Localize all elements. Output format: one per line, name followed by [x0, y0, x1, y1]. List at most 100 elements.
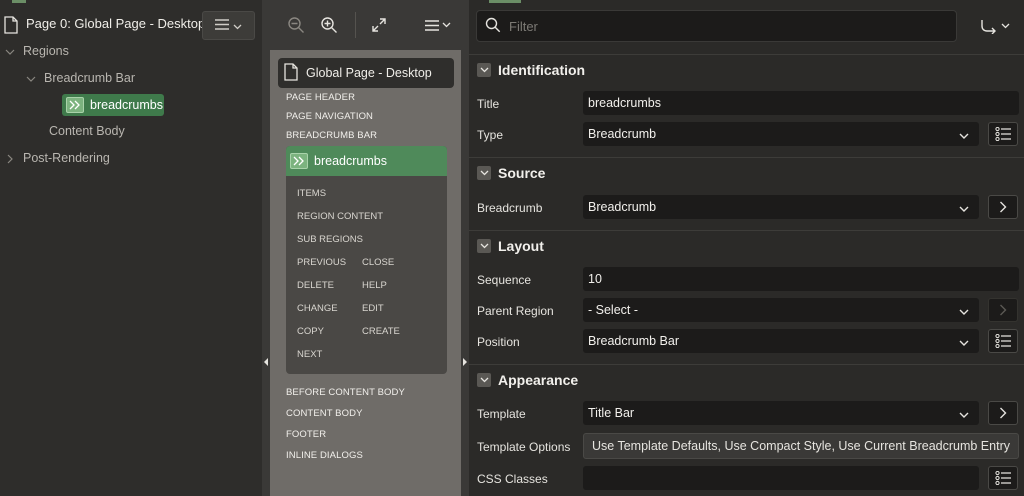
- chevron-down-icon: [1001, 23, 1010, 29]
- breadcrumb-label: Breadcrumb: [477, 201, 543, 215]
- global-page-box[interactable]: Global Page - Desktop: [278, 58, 454, 88]
- chevron-down-icon[interactable]: [477, 62, 491, 77]
- region-breadcrumbs-box[interactable]: breadcrumbs ITEMS REGION CONTENT SUB REG…: [286, 146, 447, 374]
- chevron-down-icon[interactable]: [477, 165, 491, 180]
- go-to-group-button[interactable]: [977, 14, 1013, 38]
- chevron-down-icon: [959, 336, 969, 350]
- tree-node-label: breadcrumbs: [90, 98, 163, 112]
- tree-node-breadcrumbs[interactable]: breadcrumbs: [62, 94, 164, 116]
- template-options-value: Use Template Defaults, Use Compact Style…: [592, 439, 1010, 453]
- parent-region-label: Parent Region: [477, 304, 554, 318]
- chevron-down-icon[interactable]: [477, 238, 491, 253]
- tree-node-content-body[interactable]: Content Body: [49, 121, 125, 141]
- type-list-button[interactable]: [988, 122, 1018, 146]
- page-header: Page 0: Global Page - Desktop: [0, 6, 262, 42]
- search-icon: [485, 17, 501, 36]
- zoom-in-button[interactable]: [319, 15, 339, 35]
- tree-node-regions[interactable]: Regions: [5, 41, 69, 61]
- parent-region-value: - Select -: [588, 303, 639, 317]
- position-select[interactable]: Breadcrumb Bar: [583, 329, 979, 353]
- type-select[interactable]: Breadcrumb: [583, 122, 979, 146]
- region-title: breadcrumbs: [314, 154, 387, 168]
- title-field[interactable]: breadcrumbs: [583, 91, 1019, 115]
- button-position-next[interactable]: NEXT: [297, 349, 322, 360]
- chevron-down-icon: [26, 73, 36, 83]
- template-select[interactable]: Title Bar: [583, 401, 979, 425]
- position-list-button[interactable]: [988, 329, 1018, 353]
- position-breadcrumb-bar[interactable]: BREADCRUMB BAR: [286, 130, 377, 141]
- breadcrumb-goto-button[interactable]: [988, 195, 1018, 219]
- button-position-previous[interactable]: PREVIOUS: [297, 257, 346, 268]
- layout-menu-button[interactable]: [422, 15, 454, 35]
- template-options-button[interactable]: Use Template Defaults, Use Compact Style…: [583, 433, 1019, 459]
- template-options-label: Template Options: [477, 440, 571, 454]
- button-position-create[interactable]: CREATE: [362, 326, 400, 337]
- button-position-edit[interactable]: EDIT: [362, 303, 384, 314]
- property-editor-panel: Identification Title breadcrumbs Type Br…: [469, 0, 1024, 496]
- button-position-close[interactable]: CLOSE: [362, 257, 394, 268]
- global-page-label: Global Page - Desktop: [306, 66, 432, 80]
- collapse-right-icon[interactable]: [463, 358, 467, 366]
- parent-region-goto-button[interactable]: [988, 298, 1018, 322]
- tab-indicator: [489, 0, 521, 3]
- section-appearance[interactable]: Appearance: [469, 364, 1024, 394]
- page-icon: [284, 62, 298, 84]
- position-before-content-body[interactable]: BEFORE CONTENT BODY: [286, 387, 405, 398]
- chevron-down-icon[interactable]: [477, 372, 491, 387]
- toolbar-separator: [355, 12, 356, 38]
- css-classes-field[interactable]: [583, 466, 979, 490]
- position-inline-dialogs[interactable]: INLINE DIALOGS: [286, 450, 363, 461]
- tree-node-label: Post-Rendering: [23, 151, 110, 165]
- rendering-tree-panel: Page 0: Global Page - Desktop Regions Br…: [0, 0, 262, 496]
- button-position-copy[interactable]: COPY: [297, 326, 324, 337]
- section-identification[interactable]: Identification: [469, 54, 1024, 84]
- right-splitter[interactable]: [461, 0, 469, 496]
- tree-menu-button[interactable]: [202, 11, 255, 40]
- tree-node-post-rendering[interactable]: Post-Rendering: [5, 148, 110, 168]
- filter-input[interactable]: [509, 18, 909, 34]
- breadcrumb-region-icon: [290, 153, 308, 169]
- position-content-body[interactable]: CONTENT BODY: [286, 408, 363, 419]
- breadcrumb-select[interactable]: Breadcrumb: [583, 195, 979, 219]
- layout-toolbar: [270, 0, 462, 50]
- section-source[interactable]: Source: [469, 157, 1024, 187]
- collapse-left-icon[interactable]: [264, 358, 268, 366]
- tree-node-label: Regions: [23, 44, 69, 58]
- chevron-right-icon: [1000, 201, 1007, 213]
- drop-zone-region-content[interactable]: REGION CONTENT: [297, 211, 383, 222]
- parent-region-select[interactable]: - Select -: [583, 298, 979, 322]
- drop-zone-items[interactable]: ITEMS: [297, 188, 326, 199]
- drop-zone-sub-regions[interactable]: SUB REGIONS: [297, 234, 363, 245]
- filter-box[interactable]: [476, 10, 957, 42]
- section-title: Identification: [498, 61, 586, 78]
- position-page-navigation[interactable]: PAGE NAVIGATION: [286, 111, 373, 122]
- css-classes-label: CSS Classes: [477, 472, 548, 486]
- position-footer[interactable]: FOOTER: [286, 429, 326, 440]
- title-value: breadcrumbs: [588, 96, 661, 110]
- type-value: Breadcrumb: [588, 127, 657, 141]
- template-label: Template: [477, 407, 526, 421]
- css-classes-list-button[interactable]: [988, 466, 1018, 490]
- layout-panel: Global Page - Desktop PAGE HEADER PAGE N…: [270, 0, 462, 496]
- template-goto-button[interactable]: [988, 401, 1018, 425]
- tree-node-breadcrumb-bar[interactable]: Breadcrumb Bar: [26, 68, 135, 88]
- position-page-header[interactable]: PAGE HEADER: [286, 92, 355, 103]
- breadcrumb-value: Breadcrumb: [588, 200, 657, 214]
- list-options-icon: [995, 334, 1011, 348]
- type-label: Type: [477, 128, 504, 142]
- button-position-change[interactable]: CHANGE: [297, 303, 338, 314]
- breadcrumb-region-icon: [66, 97, 84, 113]
- region-header[interactable]: breadcrumbs: [286, 146, 447, 176]
- button-position-help[interactable]: HELP: [362, 280, 387, 291]
- sequence-field[interactable]: 10: [583, 267, 1019, 291]
- left-splitter[interactable]: [262, 0, 270, 496]
- button-position-delete[interactable]: DELETE: [297, 280, 334, 291]
- chevron-down-icon: [5, 46, 15, 56]
- zoom-in-icon: [321, 17, 337, 33]
- zoom-out-button[interactable]: [286, 15, 306, 35]
- chevron-down-icon: [959, 408, 969, 422]
- section-layout[interactable]: Layout: [469, 230, 1024, 260]
- tree-node-label: Breadcrumb Bar: [44, 71, 136, 85]
- fit-button[interactable]: [369, 15, 389, 35]
- section-title: Appearance: [498, 371, 579, 388]
